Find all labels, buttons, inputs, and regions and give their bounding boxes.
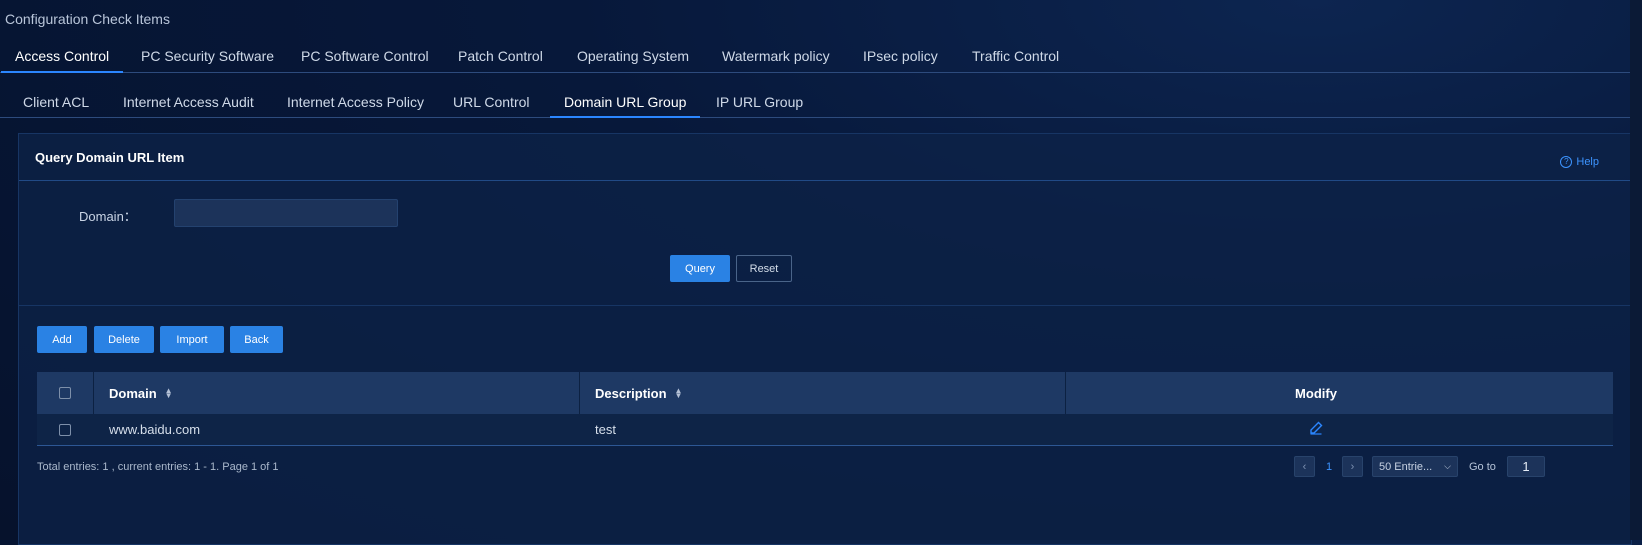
- domain-cell: www.baidu.com: [109, 422, 201, 437]
- description-column-label: Description: [595, 385, 667, 401]
- subtab-internet-access-policy[interactable]: Internet Access Policy: [287, 94, 424, 110]
- page-size-select[interactable]: 50 Entrie... ⌵: [1372, 456, 1458, 477]
- subtab-url-control[interactable]: URL Control: [453, 94, 530, 110]
- page-title: Configuration Check Items: [5, 11, 170, 27]
- panel-header: Query Domain URL Item ? Help: [19, 134, 1631, 181]
- query-panel: Query Domain URL Item ? Help Domain： Que…: [18, 133, 1632, 545]
- column-separator: [93, 372, 94, 414]
- tab-operating-system[interactable]: Operating System: [577, 48, 689, 64]
- table-header: Domain ▲ ▼ Description ▲ ▼ Modify: [37, 372, 1613, 414]
- sub-tab-bar: Client ACL Internet Access Audit Interne…: [0, 88, 1642, 118]
- help-link[interactable]: ? Help: [1560, 156, 1599, 168]
- domain-input[interactable]: [174, 199, 398, 227]
- chevron-down-icon: ⌵: [1444, 461, 1451, 471]
- tab-watermark-policy[interactable]: Watermark policy: [722, 48, 830, 64]
- column-separator: [579, 372, 580, 414]
- subtab-ip-url-group[interactable]: IP URL Group: [716, 94, 803, 110]
- sort-icon[interactable]: ▲ ▼: [675, 387, 683, 400]
- help-label: Help: [1576, 156, 1599, 168]
- scrollbar-track[interactable]: [1630, 0, 1642, 540]
- tab-traffic-control[interactable]: Traffic Control: [972, 48, 1059, 64]
- select-all-checkbox[interactable]: [59, 387, 71, 399]
- section-divider: [19, 305, 1631, 306]
- sort-icon[interactable]: ▲ ▼: [165, 387, 173, 400]
- tab-pc-software-control[interactable]: PC Software Control: [301, 48, 429, 64]
- row-select-cell: [59, 414, 71, 445]
- domain-table: Domain ▲ ▼ Description ▲ ▼ Modify www.baid…: [37, 372, 1613, 446]
- domain-label: Domain：: [79, 209, 137, 224]
- delete-button[interactable]: Delete: [94, 326, 154, 353]
- tab-ipsec-policy[interactable]: IPsec policy: [863, 48, 938, 64]
- main-tab-bar: Access Control PC Security Software PC S…: [0, 44, 1642, 73]
- domain-column-header[interactable]: Domain ▲ ▼: [109, 372, 173, 414]
- prev-page-button[interactable]: ‹: [1294, 456, 1315, 477]
- subtab-client-acl[interactable]: Client ACL: [23, 94, 89, 110]
- pagination-summary: Total entries: 1 , current entries: 1 - …: [37, 461, 279, 473]
- select-all-cell: [59, 372, 73, 414]
- modify-column-header: Modify: [1295, 385, 1337, 401]
- question-circle-icon: ?: [1560, 156, 1573, 168]
- query-button[interactable]: Query: [670, 255, 730, 282]
- chevron-right-icon: ›: [1350, 460, 1355, 473]
- panel-title: Query Domain URL Item: [35, 150, 185, 165]
- tab-pc-security-software[interactable]: PC Security Software: [141, 48, 274, 64]
- back-button[interactable]: Back: [230, 326, 283, 353]
- modify-cell: [1065, 414, 1567, 445]
- page-size-value: 50 Entrie...: [1379, 460, 1433, 473]
- chevron-left-icon: ‹: [1302, 460, 1307, 473]
- subtab-domain-url-group[interactable]: Domain URL Group: [549, 94, 701, 118]
- description-cell: test: [595, 422, 616, 437]
- domain-column-label: Domain: [109, 385, 157, 401]
- reset-button[interactable]: Reset: [736, 255, 792, 282]
- subtab-internet-access-audit[interactable]: Internet Access Audit: [123, 94, 254, 110]
- next-page-button[interactable]: ›: [1342, 456, 1363, 477]
- current-page-number[interactable]: 1: [1322, 456, 1336, 477]
- import-button[interactable]: Import: [160, 326, 224, 353]
- row-checkbox[interactable]: [59, 423, 71, 436]
- goto-label: Go to: [1469, 460, 1496, 473]
- pencil-icon[interactable]: [1309, 421, 1323, 438]
- tab-patch-control[interactable]: Patch Control: [458, 48, 543, 64]
- goto-page-input[interactable]: 1: [1507, 456, 1545, 477]
- add-button[interactable]: Add: [37, 326, 87, 353]
- tab-access-control[interactable]: Access Control: [0, 48, 124, 73]
- description-column-header[interactable]: Description ▲ ▼: [595, 372, 682, 414]
- table-row: www.baidu.com test: [37, 414, 1613, 446]
